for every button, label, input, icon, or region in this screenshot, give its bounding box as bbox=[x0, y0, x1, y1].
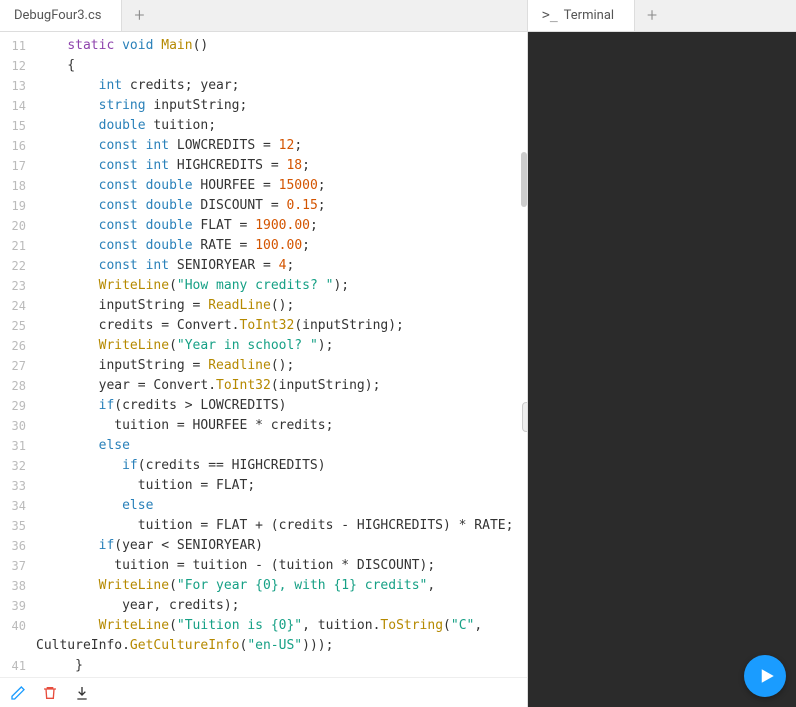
line-gutter: 1112131415161718192021222324252627282930… bbox=[0, 32, 32, 677]
editor-tabbar: DebugFour3.cs + bbox=[0, 0, 527, 32]
pencil-icon[interactable] bbox=[10, 685, 26, 701]
code-editor[interactable]: 1112131415161718192021222324252627282930… bbox=[0, 32, 527, 677]
editor-toolbar bbox=[0, 677, 527, 707]
terminal-tab-label: Terminal bbox=[564, 8, 614, 23]
trash-icon[interactable] bbox=[42, 685, 58, 701]
code-body[interactable]: static void Main() { int credits; year; … bbox=[32, 32, 527, 677]
terminal-tab[interactable]: >_ Terminal bbox=[528, 0, 635, 31]
terminal-pane: >_ Terminal + bbox=[528, 0, 796, 707]
pane-drag-handle[interactable] bbox=[522, 402, 527, 432]
scrollbar-thumb[interactable] bbox=[521, 152, 527, 207]
app-root: DebugFour3.cs + 111213141516171819202122… bbox=[0, 0, 796, 707]
editor-pane: DebugFour3.cs + 111213141516171819202122… bbox=[0, 0, 528, 707]
add-terminal-tab-button[interactable]: + bbox=[635, 0, 669, 31]
terminal-body[interactable] bbox=[528, 32, 796, 707]
terminal-tabbar: >_ Terminal + bbox=[528, 0, 796, 32]
run-button[interactable] bbox=[744, 655, 786, 697]
editor-tab[interactable]: DebugFour3.cs bbox=[0, 0, 122, 31]
download-icon[interactable] bbox=[74, 685, 90, 701]
tab-label: DebugFour3.cs bbox=[14, 8, 101, 23]
terminal-prompt-icon: >_ bbox=[542, 8, 558, 23]
add-tab-button[interactable]: + bbox=[122, 0, 156, 31]
